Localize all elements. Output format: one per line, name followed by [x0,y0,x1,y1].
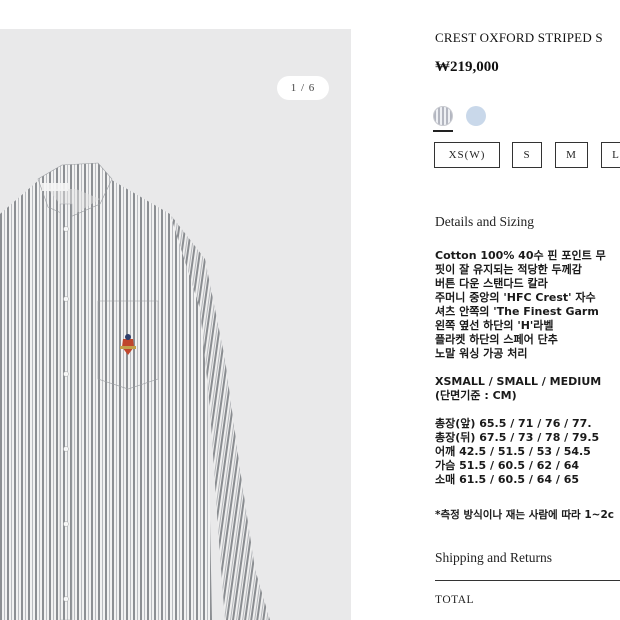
description-line: Cotton 100% 40수 핀 포인트 무 [435,249,606,262]
color-swatch-light-blue[interactable] [466,106,486,126]
measurement-basis: (단면기준 : CM) [435,389,517,402]
details-and-sizing-toggle[interactable]: Details and Sizing [435,214,534,230]
measurement-row: 가슴 51.5 / 60.5 / 62 / 64 [435,459,579,472]
shipping-and-returns-toggle[interactable]: Shipping and Returns [435,550,552,566]
measurement-row: 총장(앞) 65.5 / 71 / 76 / 77. [435,417,592,430]
size-option-xs-w[interactable]: XS(W) [434,142,500,168]
measurement-note: *측정 방식이나 재는 사람에 따라 1~2c [435,509,614,521]
size-option-s[interactable]: S [512,142,542,168]
divider [435,580,620,581]
size-option-l[interactable]: L [601,142,620,168]
measurement-row: 어깨 42.5 / 51.5 / 53 / 54.5 [435,445,591,458]
product-gallery[interactable]: 1 / 6 [0,29,351,620]
product-description: Cotton 100% 40수 핀 포인트 무 핏이 잘 유지되는 적당한 두께… [435,249,606,361]
size-option-m[interactable]: M [555,142,588,168]
image-counter: 1 / 6 [277,76,329,100]
description-line: 버튼 다운 스탠다드 칼라 [435,277,548,290]
product-image[interactable] [0,29,351,620]
selected-swatch-indicator [433,130,453,132]
description-line: 플라켓 하단의 스페어 단추 [435,333,558,346]
description-line: 핏이 잘 유지되는 적당한 두께감 [435,263,582,276]
total-label: TOTAL [435,594,475,606]
size-measurements: 총장(앞) 65.5 / 71 / 76 / 77. 총장(뒤) 67.5 / … [435,417,599,487]
size-chart-header: XSMALL / SMALL / MEDIUM (단면기준 : CM) [435,375,601,403]
measurement-row: 소매 61.5 / 60.5 / 64 / 65 [435,473,579,486]
measurement-row: 총장(뒤) 67.5 / 73 / 78 / 79.5 [435,431,600,444]
description-line: 왼쪽 옆선 하단의 'H'라벨 [435,319,554,332]
color-swatch-striped[interactable] [433,106,453,126]
description-line: 셔츠 안쪽의 'The Finest Garm [435,305,599,318]
product-price: ₩219,000 [435,59,499,75]
description-line: 주머니 중앙의 'HFC Crest' 자수 [435,291,596,304]
description-line: 노말 워싱 가공 처리 [435,347,528,360]
product-title: CREST OXFORD STRIPED S [435,30,603,45]
size-list: XSMALL / SMALL / MEDIUM [435,375,602,388]
